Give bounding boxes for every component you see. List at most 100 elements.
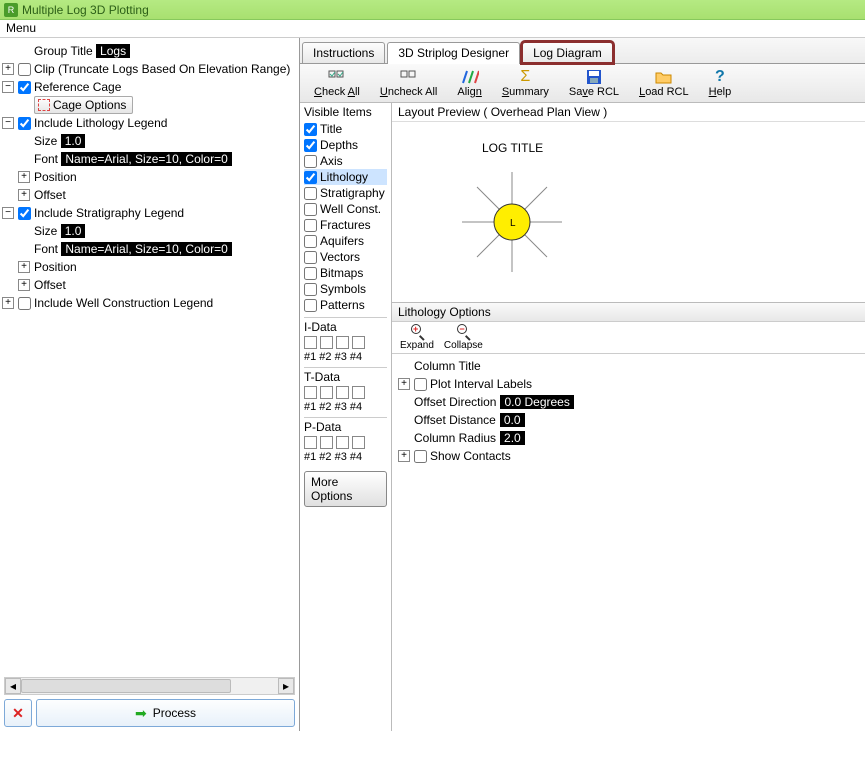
litho-offset-label: Offset [34, 188, 66, 202]
designer-toolbar: Check All Uncheck All Align Σ Summary [300, 64, 865, 103]
checkbox-well-legend[interactable] [18, 297, 31, 310]
cb-t1[interactable] [304, 386, 317, 399]
tab-designer[interactable]: 3D Striplog Designer [387, 42, 520, 64]
reference-cage-label: Reference Cage [34, 80, 121, 94]
tool-help[interactable]: ? Help [699, 66, 742, 100]
cb-bitmaps[interactable] [304, 267, 317, 280]
cb-p1[interactable] [304, 436, 317, 449]
svg-text:L: L [510, 218, 516, 229]
horizontal-scrollbar[interactable]: ◂ ▸ [4, 677, 295, 695]
close-icon: ✕ [12, 705, 24, 722]
cb-i3[interactable] [336, 336, 349, 349]
expander-litho-pos[interactable]: + [18, 171, 30, 183]
cage-icon [38, 99, 50, 111]
cb-show-contacts[interactable] [414, 450, 427, 463]
cb-aquifers[interactable] [304, 235, 317, 248]
app-icon: R [4, 3, 18, 17]
cb-i4[interactable] [352, 336, 365, 349]
litho-size-value[interactable]: 1.0 [61, 134, 86, 148]
expander-clip[interactable]: + [2, 63, 14, 75]
layout-preview: LOG TITLE L [392, 122, 865, 302]
save-icon [584, 68, 604, 86]
column-radius-value[interactable]: 2.0 [500, 431, 525, 445]
expander-well[interactable]: + [2, 297, 14, 309]
tool-save-rcl[interactable]: Save RCL [559, 66, 629, 100]
strat-font-value[interactable]: Name=Arial, Size=10, Color=0 [61, 242, 231, 256]
cb-fractures[interactable] [304, 219, 317, 232]
uncheck-all-icon [399, 68, 419, 86]
cb-depths[interactable] [304, 139, 317, 152]
cb-lithology[interactable] [304, 171, 317, 184]
scroll-right-button[interactable]: ▸ [278, 678, 294, 694]
cb-patterns[interactable] [304, 299, 317, 312]
cb-i2[interactable] [320, 336, 333, 349]
tab-log-diagram[interactable]: Log Diagram [522, 42, 613, 63]
expand-button[interactable]: + Expand [396, 324, 438, 351]
title-bar: R Multiple Log 3D Plotting [0, 0, 865, 20]
strat-size-label: Size [34, 224, 57, 238]
tab-strip: Instructions 3D Striplog Designer Log Di… [300, 38, 865, 64]
strat-legend-label: Include Stratigraphy Legend [34, 206, 184, 220]
checkbox-strat-legend[interactable] [18, 207, 31, 220]
group-title-value[interactable]: Logs [96, 44, 130, 58]
cb-wellconst[interactable] [304, 203, 317, 216]
more-options-button[interactable]: More Options [304, 471, 387, 507]
tool-align[interactable]: Align [447, 66, 491, 100]
cb-title[interactable] [304, 123, 317, 136]
strat-position-label: Position [34, 260, 77, 274]
strat-offset-label: Offset [34, 278, 66, 292]
expander-strat-offset[interactable]: + [18, 279, 30, 291]
tool-load-rcl[interactable]: Load RCL [629, 66, 699, 100]
cb-t2[interactable] [320, 386, 333, 399]
expander-strat-pos[interactable]: + [18, 261, 30, 273]
preview-title-text: LOG TITLE [482, 141, 543, 155]
plot-interval-label: Plot Interval Labels [430, 377, 532, 391]
cb-plot-interval[interactable] [414, 378, 427, 391]
tool-check-all[interactable]: Check All [304, 66, 370, 100]
collapse-button[interactable]: − Collapse [440, 324, 487, 351]
close-button[interactable]: ✕ [4, 699, 32, 727]
cb-t4[interactable] [352, 386, 365, 399]
show-contacts-label: Show Contacts [430, 449, 511, 463]
visible-items-panel: Visible Items Title Depths Axis Litholog… [300, 103, 392, 731]
cage-options-button[interactable]: Cage Options [34, 96, 133, 114]
expander-cage[interactable]: − [2, 81, 14, 93]
cb-axis[interactable] [304, 155, 317, 168]
process-button[interactable]: ➡ Process [36, 699, 295, 727]
tool-uncheck-all[interactable]: Uncheck All [370, 66, 447, 100]
folder-open-icon [654, 68, 674, 86]
checkbox-reference-cage[interactable] [18, 81, 31, 94]
expander-litho-offset[interactable]: + [18, 189, 30, 201]
cb-i1[interactable] [304, 336, 317, 349]
tab-instructions[interactable]: Instructions [302, 42, 385, 63]
litho-legend-label: Include Lithology Legend [34, 116, 167, 130]
well-legend-label: Include Well Construction Legend [34, 296, 213, 310]
scroll-left-button[interactable]: ◂ [5, 678, 21, 694]
checkbox-clip[interactable] [18, 63, 31, 76]
cb-symbols[interactable] [304, 283, 317, 296]
cb-p3[interactable] [336, 436, 349, 449]
offset-distance-value[interactable]: 0.0 [500, 413, 525, 427]
cb-p4[interactable] [352, 436, 365, 449]
expander-litho[interactable]: − [2, 117, 14, 129]
summary-icon: Σ [515, 68, 535, 86]
menu-item-menu[interactable]: Menu [6, 21, 36, 35]
offset-direction-value[interactable]: 0.0 Degrees [500, 395, 573, 409]
strat-size-value[interactable]: 1.0 [61, 224, 86, 238]
offset-direction-label: Offset Direction [414, 395, 496, 409]
expander-show-contacts[interactable]: + [398, 450, 410, 462]
scrollbar-thumb[interactable] [21, 679, 231, 693]
expander-strat[interactable]: − [2, 207, 14, 219]
cb-stratigraphy[interactable] [304, 187, 317, 200]
litho-size-label: Size [34, 134, 57, 148]
tool-summary[interactable]: Σ Summary [492, 66, 559, 100]
cb-t3[interactable] [336, 386, 349, 399]
cb-p2[interactable] [320, 436, 333, 449]
left-panel: Group Title Logs + Clip (Truncate Logs B… [0, 38, 300, 731]
expander-plot-interval[interactable]: + [398, 378, 410, 390]
pdata-label: P-Data [304, 420, 387, 434]
checkbox-litho-legend[interactable] [18, 117, 31, 130]
cb-vectors[interactable] [304, 251, 317, 264]
litho-font-value[interactable]: Name=Arial, Size=10, Color=0 [61, 152, 231, 166]
column-title-label: Column Title [414, 359, 481, 373]
